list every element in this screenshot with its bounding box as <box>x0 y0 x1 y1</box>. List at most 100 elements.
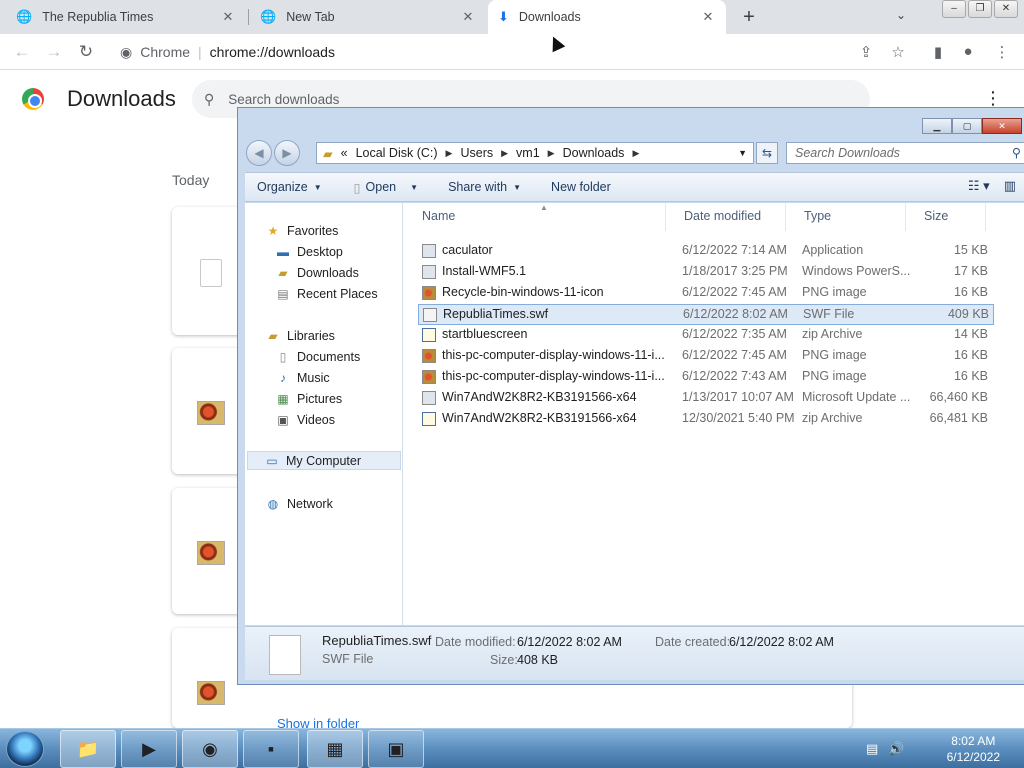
share-with-button[interactable]: Share with ▼ <box>448 180 521 194</box>
breadcrumb-arrow-icon[interactable]: ▶ <box>501 148 508 159</box>
close-tab-icon[interactable]: ✕ <box>220 9 236 25</box>
nav-my-computer[interactable]: ▭ My Computer <box>247 451 401 470</box>
organize-button[interactable]: Organize ▼ <box>257 180 322 194</box>
nav-label: Network <box>287 496 333 511</box>
explorer-taskbar-icon[interactable]: 📁 <box>60 730 116 768</box>
nav-documents[interactable]: ▯ Documents <box>275 347 411 366</box>
breadcrumb-vm1[interactable]: vm1 <box>516 146 540 160</box>
tab-downloads[interactable]: ⬇ Downloads ✕ <box>488 0 726 34</box>
nav-network[interactable]: ◍ Network <box>265 494 401 513</box>
file-row[interactable]: startbluescreen 6/12/2022 7:35 AM zip Ar… <box>418 325 994 346</box>
start-button[interactable] <box>6 731 44 767</box>
image-file-icon <box>197 541 225 565</box>
column-header-name[interactable]: Name ▲ <box>404 203 666 231</box>
image-file-icon <box>197 681 225 705</box>
explorer-close-button[interactable]: ✕ <box>982 118 1022 134</box>
tab-title: The Republia Times <box>42 10 154 24</box>
reload-icon[interactable]: ↻ <box>76 42 96 62</box>
column-header-size[interactable]: Size <box>906 203 986 231</box>
file-date: 6/12/2022 7:14 AM <box>682 243 787 257</box>
explorer-back-icon[interactable]: ◀ <box>246 140 272 166</box>
command-prompt-taskbar-icon[interactable]: ▪ <box>243 730 299 768</box>
file-date: 12/30/2021 5:40 PM <box>682 411 795 425</box>
restore-button[interactable]: ❐ <box>968 0 992 18</box>
breadcrumb-arrow-icon[interactable]: ▶ <box>632 148 639 159</box>
breadcrumb-local-disk[interactable]: Local Disk (C:) <box>356 146 438 160</box>
file-row[interactable]: Win7AndW2K8R2-KB3191566-x64 12/30/2021 5… <box>418 409 994 430</box>
menu-kebab-icon[interactable]: ⋮ <box>992 43 1012 61</box>
nav-favorites[interactable]: ★ Favorites <box>265 221 401 240</box>
file-row[interactable]: Install-WMF5.1 1/18/2017 3:25 PM Windows… <box>418 262 994 283</box>
folder-icon: ▰ <box>323 146 333 161</box>
tab-republia-times[interactable]: 🌐 The Republia Times ✕ <box>6 0 246 34</box>
nav-desktop[interactable]: ▬ Desktop <box>275 242 411 261</box>
new-folder-button[interactable]: New folder <box>551 180 611 194</box>
documents-icon: ▯ <box>279 349 287 364</box>
dropdown-arrow-icon: ▼ <box>410 182 419 192</box>
control-panel-taskbar-icon[interactable]: ▦ <box>307 730 363 768</box>
back-arrow-icon[interactable]: ← <box>12 42 32 62</box>
media-player-taskbar-icon[interactable]: ▶ <box>121 730 177 768</box>
breadcrumb-downloads[interactable]: Downloads <box>563 146 625 160</box>
more-actions-icon[interactable]: ⋮ <box>984 88 1002 109</box>
nav-music[interactable]: ♪ Music <box>275 368 411 387</box>
file-name: RepubliaTimes.swf <box>443 307 549 321</box>
nav-libraries[interactable]: ▰ Libraries <box>265 326 401 345</box>
volume-icon[interactable]: 🔊 <box>888 741 904 757</box>
file-row[interactable]: this-pc-computer-display-windows-11-i...… <box>418 346 994 367</box>
share-icon[interactable]: ⇪ <box>856 43 876 61</box>
nav-label: Pictures <box>297 391 343 406</box>
file-date: 1/13/2017 10:07 AM <box>682 390 794 404</box>
explorer-forward-icon[interactable]: ▶ <box>274 140 300 166</box>
file-row[interactable]: caculator 6/12/2022 7:14 AM Application … <box>418 241 994 262</box>
nav-recent-places[interactable]: ▤ Recent Places <box>275 284 411 303</box>
address-bar[interactable]: ◉ Chrome | chrome://downloads <box>108 37 918 67</box>
tab-search-chevron-icon[interactable]: ⌄ <box>896 8 906 22</box>
nav-label: Recent Places <box>297 286 378 301</box>
nav-label: Documents <box>297 349 361 364</box>
bookmark-star-icon[interactable]: ☆ <box>888 43 908 61</box>
forward-arrow-icon[interactable]: → <box>44 42 64 62</box>
file-row[interactable]: this-pc-computer-display-windows-11-i...… <box>418 367 994 388</box>
tab-new-tab[interactable]: 🌐 New Tab ✕ <box>250 0 486 34</box>
share-with-label: Share with <box>448 180 508 194</box>
videos-icon: ▣ <box>277 412 289 427</box>
open-button[interactable]: ▯ Open ▼ <box>354 180 418 195</box>
breadcrumb-arrow-icon[interactable]: ▶ <box>446 148 453 159</box>
file-size: 409 KB <box>947 307 989 321</box>
address-dropdown-icon[interactable]: ▼ <box>738 148 747 158</box>
breadcrumb-overflow[interactable]: « <box>341 146 348 160</box>
chrome-taskbar-icon[interactable]: ◉ <box>182 730 238 768</box>
explorer-refresh-icon[interactable]: ⇆ <box>756 142 778 164</box>
network-tray-icon[interactable]: ▤ <box>866 741 878 757</box>
preview-pane-icon[interactable]: ▥ <box>1004 178 1016 194</box>
large-file-icon <box>269 635 301 675</box>
breadcrumb-arrow-icon[interactable]: ▶ <box>548 148 555 159</box>
nav-pictures[interactable]: ▦ Pictures <box>275 389 411 408</box>
nav-downloads[interactable]: ▰ Downloads <box>275 263 411 282</box>
remote-desktop-taskbar-icon[interactable]: ▣ <box>368 730 424 768</box>
view-options-icon[interactable]: ☷ ▾ <box>968 178 990 194</box>
minimize-button[interactable]: – <box>942 0 966 18</box>
clock[interactable]: 8:02 AM 6/12/2022 <box>947 733 1000 765</box>
profile-avatar-icon[interactable]: ● <box>958 43 978 60</box>
explorer-minimize-button[interactable]: ▁ <box>922 118 952 134</box>
close-tab-icon[interactable]: ✕ <box>460 9 476 25</box>
breadcrumb-users[interactable]: Users <box>460 146 493 160</box>
explorer-search-input[interactable]: Search Downloads ⚲ <box>786 142 1024 164</box>
column-header-type[interactable]: Type <box>786 203 906 231</box>
side-panel-icon[interactable]: ▮ <box>928 43 948 61</box>
clock-time: 8:02 AM <box>951 734 996 748</box>
new-tab-button[interactable]: + <box>738 6 760 29</box>
explorer-maximize-button[interactable]: ▢ <box>952 118 982 134</box>
file-row[interactable]: Win7AndW2K8R2-KB3191566-x64 1/13/2017 10… <box>418 388 994 409</box>
file-row[interactable]: Recycle-bin-windows-11-icon 6/12/2022 7:… <box>418 283 994 304</box>
file-row-selected[interactable]: RepubliaTimes.swf 6/12/2022 8:02 AM SWF … <box>418 304 994 325</box>
nav-videos[interactable]: ▣ Videos <box>275 410 411 429</box>
explorer-search-placeholder: Search Downloads <box>795 146 900 160</box>
close-window-button[interactable]: ✕ <box>994 0 1018 18</box>
tab-divider <box>248 9 249 25</box>
close-tab-icon[interactable]: ✕ <box>700 9 716 25</box>
column-header-date-modified[interactable]: Date modified <box>666 203 786 231</box>
explorer-address-bar[interactable]: ▰ « Local Disk (C:) ▶ Users ▶ vm1 ▶ Down… <box>316 142 754 164</box>
